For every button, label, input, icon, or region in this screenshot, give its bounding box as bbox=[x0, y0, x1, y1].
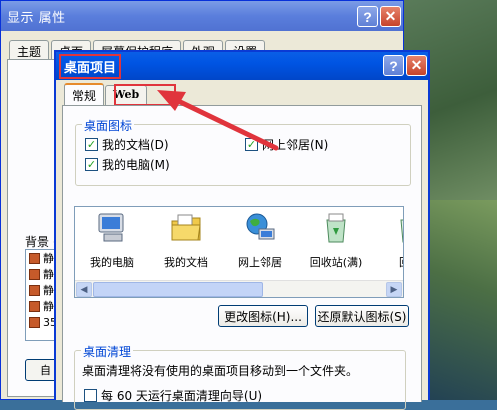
network-places-checkbox[interactable]: ✓ 网上邻居(N) bbox=[245, 136, 328, 153]
tab-themes[interactable]: 主题 bbox=[9, 40, 50, 60]
desktop-cleanup-description: 桌面清理将没有使用的桌面项目移动到一个文件夹。 bbox=[82, 364, 359, 378]
checkmark-icon: ✓ bbox=[85, 158, 98, 171]
image-file-icon bbox=[29, 252, 40, 264]
checkmark-icon: ✓ bbox=[85, 138, 98, 151]
close-button[interactable]: ✕ bbox=[406, 55, 427, 76]
tab-general[interactable]: 常规 bbox=[64, 83, 105, 105]
scroll-right-button[interactable]: ▶ bbox=[386, 282, 402, 297]
display-properties-titlebar: 显示 属性 bbox=[1, 1, 403, 31]
icon-item-recycle-bin-full[interactable]: 回收站(满) bbox=[301, 211, 371, 270]
image-file-icon bbox=[29, 300, 40, 312]
change-icon-button[interactable]: 更改图标(H)... bbox=[218, 305, 308, 327]
desktop-items-title: 桌面项目 bbox=[59, 53, 122, 79]
network-places-icon bbox=[246, 213, 275, 240]
icon-item-my-computer[interactable]: 我的电脑 bbox=[77, 211, 147, 270]
image-file-icon bbox=[29, 316, 40, 328]
help-button[interactable]: ? bbox=[383, 55, 404, 76]
close-button[interactable]: ✕ bbox=[380, 6, 401, 27]
icon-list-scrollbar[interactable]: ◀ ▶ bbox=[75, 280, 403, 297]
scroll-left-button[interactable]: ◀ bbox=[76, 282, 92, 297]
desktop-icon-list[interactable]: 我的电脑 我的文档 网上邻居 回收站(满) ◀ ▶ bbox=[74, 206, 404, 298]
scrollbar-thumb[interactable] bbox=[93, 282, 263, 297]
my-computer-checkbox[interactable]: ✓ 我的电脑(M) bbox=[85, 156, 170, 173]
cleanup-wizard-checkbox[interactable]: 每 60 天运行桌面清理向导(U) bbox=[84, 387, 262, 404]
image-file-icon bbox=[29, 268, 40, 280]
my-documents-checkbox[interactable]: ✓ 我的文档(D) bbox=[85, 136, 169, 153]
restore-default-icon-button[interactable]: 还原默认图标(S) bbox=[315, 305, 409, 327]
checkbox-box bbox=[84, 389, 97, 402]
display-properties-title: 显示 属性 bbox=[7, 10, 66, 26]
web-tab-highlight bbox=[114, 84, 176, 106]
desktop-icons-group: 桌面图标 bbox=[75, 117, 411, 186]
desktop-items-titlebar: 桌面项目 bbox=[56, 52, 428, 80]
icon-item-my-documents[interactable]: 我的文档 bbox=[151, 211, 221, 270]
checkmark-icon: ✓ bbox=[245, 138, 258, 151]
desktop-icons-group-title: 桌面图标 bbox=[82, 117, 135, 134]
help-button[interactable]: ? bbox=[357, 6, 378, 27]
icon-item-recycle-bin-empty[interactable]: 回收 bbox=[375, 211, 403, 270]
my-documents-icon bbox=[171, 214, 201, 241]
icon-item-network-places[interactable]: 网上邻居 bbox=[225, 211, 295, 270]
desktop-cleanup-group-title: 桌面清理 bbox=[81, 343, 134, 360]
image-file-icon bbox=[29, 284, 40, 296]
my-computer-icon bbox=[98, 213, 124, 242]
recycle-bin-empty-icon bbox=[400, 219, 403, 243]
desktop-items-window: 桌面项目 ? ✕ 常规 Web 桌面图标 ✓ 我的文档(D) ✓ 网上邻居(N)… bbox=[54, 50, 430, 410]
recycle-bin-full-icon bbox=[326, 213, 346, 243]
background-label: 背景 ( bbox=[25, 235, 58, 249]
